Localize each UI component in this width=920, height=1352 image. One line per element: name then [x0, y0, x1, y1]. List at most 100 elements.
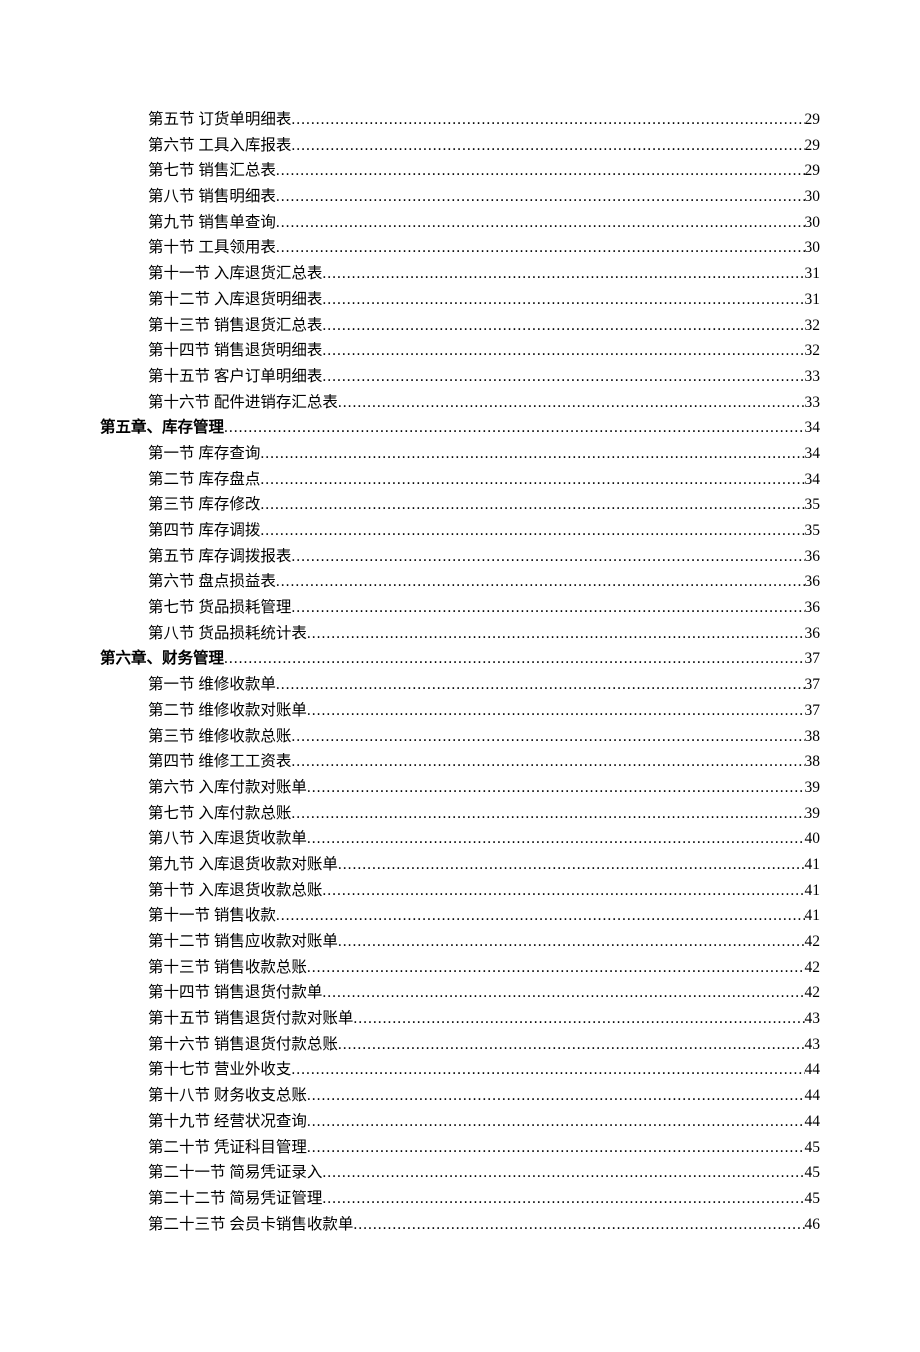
toc-leader-dots [307, 626, 805, 642]
toc-section-row: 第六节 盘点损益表36 [148, 574, 820, 590]
toc-entry-label: 第八节 入库退货收款单 [148, 831, 307, 847]
toc-entry-page: 41 [805, 857, 821, 873]
toc-entry-page: 36 [805, 626, 821, 642]
toc-entry-label: 第十五节 销售退货付款对账单 [148, 1011, 353, 1027]
toc-entry-page: 29 [805, 163, 821, 179]
toc-section-row: 第五节 订货单明细表29 [148, 112, 820, 128]
toc-section-row: 第九节 入库退货收款对账单 41 [148, 857, 820, 873]
toc-entry-label: 第四节 库存调拨 [148, 523, 260, 539]
toc-entry-page: 41 [805, 908, 821, 924]
toc-leader-dots [291, 1062, 804, 1078]
toc-leader-dots [291, 729, 804, 745]
toc-leader-dots [322, 343, 804, 359]
toc-leader-dots [353, 1217, 804, 1233]
toc-entry-label: 第十节 工具领用表 [148, 240, 276, 256]
toc-entry-label: 第七节 货品损耗管理 [148, 600, 291, 616]
toc-section-row: 第三节 维修收款总账38 [148, 729, 820, 745]
toc-chapter-row: 第五章、库存管理34 [100, 420, 820, 436]
toc-entry-label: 第一节 库存查询 [148, 446, 260, 462]
toc-leader-dots [291, 549, 804, 565]
toc-entry-page: 42 [805, 985, 821, 1001]
toc-entry-page: 38 [805, 754, 821, 770]
toc-leader-dots [307, 1114, 805, 1130]
toc-entry-label: 第九节 销售单查询 [148, 215, 276, 231]
toc-leader-dots [338, 934, 805, 950]
toc-leader-dots [224, 651, 804, 667]
toc-entry-page: 34 [805, 472, 821, 488]
toc-entry-label: 第十一节 入库退货汇总表 [148, 266, 322, 282]
toc-section-row: 第二十三节 会员卡销售收款单46 [148, 1217, 820, 1233]
toc-entry-page: 42 [805, 934, 821, 950]
toc-entry-page: 30 [805, 215, 821, 231]
toc-entry-page: 45 [805, 1165, 821, 1181]
toc-leader-dots [322, 883, 804, 899]
toc-section-row: 第五节 库存调拨报表36 [148, 549, 820, 565]
toc-section-row: 第十二节 销售应收款对账单42 [148, 934, 820, 950]
toc-section-row: 第十六节 配件进销存汇总表33 [148, 395, 820, 411]
toc-leader-dots [322, 292, 804, 308]
toc-entry-label: 第六章、财务管理 [100, 651, 224, 667]
toc-section-row: 第四节 维修工工资表38 [148, 754, 820, 770]
toc-entry-page: 42 [805, 960, 821, 976]
toc-leader-dots [322, 1191, 804, 1207]
toc-leader-dots [307, 831, 805, 847]
toc-section-row: 第二节 库存盘点34 [148, 472, 820, 488]
toc-entry-page: 35 [805, 497, 821, 513]
toc-entry-page: 41 [805, 883, 821, 899]
toc-section-row: 第八节 销售明细表30 [148, 189, 820, 205]
toc-entry-label: 第十四节 销售退货付款单 [148, 985, 322, 1001]
toc-section-row: 第十四节 销售退货付款单 42 [148, 985, 820, 1001]
toc-leader-dots [322, 318, 804, 334]
toc-entry-page: 37 [805, 703, 821, 719]
toc-section-row: 第二十二节 简易凭证管理45 [148, 1191, 820, 1207]
toc-entry-label: 第七节 销售汇总表 [148, 163, 276, 179]
toc-entry-label: 第五节 订货单明细表 [148, 112, 291, 128]
toc-entry-label: 第八节 销售明细表 [148, 189, 276, 205]
toc-entry-page: 39 [805, 780, 821, 796]
toc-entry-page: 37 [805, 651, 821, 667]
toc-section-row: 第十节 工具领用表30 [148, 240, 820, 256]
toc-section-row: 第十九节 经营状况查询44 [148, 1114, 820, 1130]
toc-section-row: 第十五节 销售退货付款对账单43 [148, 1011, 820, 1027]
toc-entry-page: 31 [805, 266, 821, 282]
toc-entry-page: 33 [805, 395, 821, 411]
toc-section-row: 第二十一节 简易凭证录入45 [148, 1165, 820, 1181]
toc-leader-dots [260, 446, 804, 462]
toc-entry-page: 36 [805, 574, 821, 590]
toc-section-row: 第十三节 销售收款总账 42 [148, 960, 820, 976]
toc-entry-label: 第二节 维修收款对账单 [148, 703, 307, 719]
toc-entry-label: 第五章、库存管理 [100, 420, 224, 436]
toc-leader-dots [322, 985, 804, 1001]
toc-entry-page: 31 [805, 292, 821, 308]
toc-leader-dots [291, 754, 804, 770]
toc-entry-page: 45 [805, 1140, 821, 1156]
toc-section-row: 第十五节 客户订单明细表33 [148, 369, 820, 385]
toc-entry-page: 34 [805, 446, 821, 462]
toc-entry-page: 35 [805, 523, 821, 539]
toc-section-row: 第七节 入库付款总账39 [148, 806, 820, 822]
toc-leader-dots [291, 806, 804, 822]
toc-entry-page: 40 [805, 831, 821, 847]
toc-entry-label: 第十七节 营业外收支 [148, 1062, 291, 1078]
toc-leader-dots [276, 215, 805, 231]
toc-leader-dots [307, 960, 805, 976]
toc-leader-dots [322, 1165, 804, 1181]
toc-section-row: 第二十节 凭证科目管理45 [148, 1140, 820, 1156]
toc-leader-dots [307, 1140, 805, 1156]
toc-entry-page: 44 [805, 1114, 821, 1130]
toc-entry-label: 第十八节 财务收支总账 [148, 1088, 307, 1104]
toc-leader-dots [260, 523, 804, 539]
toc-entry-label: 第二十三节 会员卡销售收款单 [148, 1217, 353, 1233]
toc-entry-label: 第九节 入库退货收款对账单 [148, 857, 338, 873]
toc-entry-label: 第十三节 销售收款总账 [148, 960, 307, 976]
toc-leader-dots [307, 780, 805, 796]
toc-section-row: 第十八节 财务收支总账44 [148, 1088, 820, 1104]
toc-section-row: 第七节 销售汇总表 29 [148, 163, 820, 179]
toc-section-row: 第七节 货品损耗管理36 [148, 600, 820, 616]
toc-entry-label: 第十六节 销售退货付款总账 [148, 1037, 338, 1053]
toc-entry-page: 33 [805, 369, 821, 385]
toc-section-row: 第一节 库存查询 34 [148, 446, 820, 462]
toc-entry-label: 第十三节 销售退货汇总表 [148, 318, 322, 334]
toc-section-row: 第十节 入库退货收款总账41 [148, 883, 820, 899]
toc-leader-dots [307, 703, 805, 719]
